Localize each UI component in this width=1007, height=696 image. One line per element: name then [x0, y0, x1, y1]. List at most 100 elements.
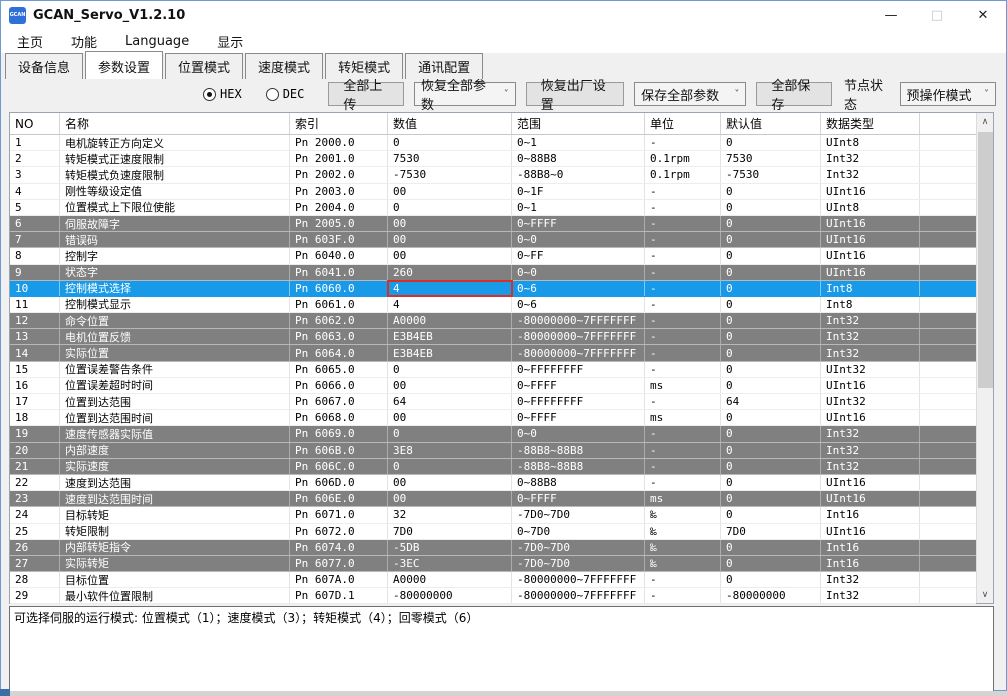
table-row[interactable]: 7错误码Pn 603F.0000~0-0UInt16	[10, 232, 976, 248]
table-row[interactable]: 20内部速度Pn 606B.03E8-88B8~88B8-0Int32	[10, 443, 976, 459]
cell-value[interactable]: 00	[388, 184, 512, 199]
tab-位置模式[interactable]: 位置模式	[165, 53, 243, 79]
cell-value[interactable]: 00	[388, 410, 512, 425]
column-header[interactable]: 数据类型	[821, 113, 920, 134]
menu-item[interactable]: Language	[125, 34, 189, 49]
menu-item[interactable]: 显示	[217, 32, 243, 51]
cell-def: 0	[721, 329, 821, 344]
cell-value[interactable]: 0	[388, 200, 512, 215]
cell-value[interactable]: E3B4EB	[388, 345, 512, 360]
table-row[interactable]: 18位置到达范围时间Pn 6068.0000~FFFFms0UInt16	[10, 410, 976, 426]
table-row[interactable]: 13电机位置反馈Pn 6063.0E3B4EB-80000000~7FFFFFF…	[10, 329, 976, 345]
cell-value[interactable]: 0	[388, 135, 512, 150]
tab-转矩模式[interactable]: 转矩模式	[325, 53, 403, 79]
column-header[interactable]: 默认值	[721, 113, 821, 134]
column-header[interactable]: 范围	[512, 113, 645, 134]
cell-value[interactable]: 00	[388, 475, 512, 490]
table-row[interactable]: 21实际速度Pn 606C.00-88B8~88B8-0Int32	[10, 459, 976, 475]
column-header[interactable]: 名称	[60, 113, 290, 134]
table-row[interactable]: 29最小软件位置限制Pn 607D.1-80000000-80000000~7F…	[10, 588, 976, 604]
table-row[interactable]: 10控制模式选择Pn 6060.040~6-0Int8	[10, 281, 976, 297]
table-row[interactable]: 12命令位置Pn 6062.0A0000-80000000~7FFFFFFF-0…	[10, 313, 976, 329]
cell-value[interactable]: 64	[388, 394, 512, 409]
cell-value[interactable]: 00	[388, 248, 512, 263]
table-row[interactable]: 14实际位置Pn 6064.0E3B4EB-80000000~7FFFFFFF-…	[10, 345, 976, 361]
cell-value[interactable]: E3B4EB	[388, 329, 512, 344]
cell-value[interactable]: 4	[388, 297, 512, 312]
table-row[interactable]: 17位置到达范围Pn 6067.0640~FFFFFFFF-64UInt32	[10, 394, 976, 410]
cell-value[interactable]: 00	[388, 232, 512, 247]
cell-no: 9	[10, 265, 60, 280]
cell-value[interactable]: 0	[388, 362, 512, 377]
cell-value[interactable]: 00	[388, 491, 512, 506]
column-header[interactable]: 数值	[388, 113, 512, 134]
column-header[interactable]: NO	[10, 113, 60, 134]
cell-value[interactable]: -80000000	[388, 588, 512, 603]
table-row[interactable]: 25转矩限制Pn 6072.07D00~7D0‰7D0UInt16	[10, 524, 976, 540]
save-all-button[interactable]: 全部保存	[756, 82, 832, 106]
table-row[interactable]: 5位置模式上下限位使能Pn 2004.000~1-0UInt8	[10, 200, 976, 216]
cell-value[interactable]: 7530	[388, 151, 512, 166]
table-row[interactable]: 2转矩模式正速度限制Pn 2001.075300~88B80.1rpm7530I…	[10, 151, 976, 167]
tab-设备信息[interactable]: 设备信息	[5, 53, 83, 79]
cell-value[interactable]: -3EC	[388, 556, 512, 571]
vertical-scrollbar[interactable]: ∧ ∨	[976, 113, 993, 603]
cell-value[interactable]: 00	[388, 216, 512, 231]
restore-all-params-dropdown[interactable]: 恢复全部参数 ˅	[414, 82, 516, 106]
menu-item[interactable]: 主页	[17, 32, 43, 51]
table-row[interactable]: 24目标转矩Pn 6071.032-7D0~7D0‰0Int16	[10, 507, 976, 523]
table-row[interactable]: 16位置误差超时时间Pn 6066.0000~FFFFms0UInt16	[10, 378, 976, 394]
maximize-button[interactable]: □	[914, 1, 960, 29]
tab-通讯配置[interactable]: 通讯配置	[405, 53, 483, 79]
node-status-dropdown[interactable]: 预操作模式 ˅	[900, 82, 996, 106]
cell-value[interactable]: 7D0	[388, 524, 512, 539]
table-row[interactable]: 19速度传感器实际值Pn 6069.000~0-0Int32	[10, 426, 976, 442]
table-row[interactable]: 9状态字Pn 6041.02600~0-0UInt16	[10, 265, 976, 281]
cell-index: Pn 6072.0	[290, 524, 388, 539]
table-row[interactable]: 6伺服故障字Pn 2005.0000~FFFF-0UInt16	[10, 216, 976, 232]
cell-name: 转矩模式负速度限制	[60, 167, 290, 182]
chevron-down-icon: ˅	[984, 89, 989, 100]
table-row[interactable]: 8控制字Pn 6040.0000~FF-0UInt16	[10, 248, 976, 264]
cell-range: -7D0~7D0	[512, 556, 645, 571]
cell-range: 0~0	[512, 426, 645, 441]
cell-value[interactable]: 0	[388, 459, 512, 474]
menu-item[interactable]: 功能	[71, 32, 97, 51]
table-row[interactable]: 11控制模式显示Pn 6061.040~6-0Int8	[10, 297, 976, 313]
cell-index: Pn 607A.0	[290, 572, 388, 587]
close-button[interactable]: ✕	[960, 1, 1006, 29]
table-row[interactable]: 22速度到达范围Pn 606D.0000~88B8-0UInt16	[10, 475, 976, 491]
cell-value[interactable]: A0000	[388, 313, 512, 328]
highlighted-value-cell[interactable]: 4	[388, 281, 512, 296]
table-row[interactable]: 4刚性等级设定值Pn 2003.0000~1F-0UInt16	[10, 184, 976, 200]
scrollbar-thumb[interactable]	[978, 132, 993, 388]
table-row[interactable]: 27实际转矩Pn 6077.0-3EC-7D0~7D0‰0Int16	[10, 556, 976, 572]
cell-value[interactable]: 00	[388, 378, 512, 393]
table-row[interactable]: 26内部转矩指令Pn 6074.0-5DB-7D0~7D0‰0Int16	[10, 540, 976, 556]
minimize-button[interactable]: —	[868, 1, 914, 29]
table-row[interactable]: 3转矩模式负速度限制Pn 2002.0-7530-88B8~00.1rpm-75…	[10, 167, 976, 183]
cell-index: Pn 6060.0	[290, 281, 388, 296]
table-row[interactable]: 15位置误差警告条件Pn 6065.000~FFFFFFFF-0UInt32	[10, 362, 976, 378]
table-row[interactable]: 23速度到达范围时间Pn 606E.0000~FFFFms0UInt16	[10, 491, 976, 507]
table-row[interactable]: 1电机旋转正方向定义Pn 2000.000~1-0UInt8	[10, 135, 976, 151]
scroll-up-icon[interactable]: ∧	[977, 113, 993, 130]
tab-速度模式[interactable]: 速度模式	[245, 53, 323, 79]
cell-value[interactable]: 0	[388, 426, 512, 441]
factory-reset-button[interactable]: 恢复出厂设置	[526, 82, 624, 106]
save-all-params-dropdown[interactable]: 保存全部参数 ˅	[634, 82, 746, 106]
cell-value[interactable]: 3E8	[388, 443, 512, 458]
dec-radio[interactable]: DEC	[266, 87, 315, 101]
table-row[interactable]: 28目标位置Pn 607A.0A0000-80000000~7FFFFFFF-0…	[10, 572, 976, 588]
scroll-down-icon[interactable]: ∨	[977, 586, 993, 603]
cell-value[interactable]: A0000	[388, 572, 512, 587]
upload-all-button[interactable]: 全部上传	[328, 82, 404, 106]
cell-value[interactable]: -7530	[388, 167, 512, 182]
tab-参数设置[interactable]: 参数设置	[85, 51, 163, 79]
cell-value[interactable]: -5DB	[388, 540, 512, 555]
column-header[interactable]: 单位	[645, 113, 721, 134]
column-header[interactable]: 索引	[290, 113, 388, 134]
cell-value[interactable]: 260	[388, 265, 512, 280]
hex-radio[interactable]: HEX	[203, 87, 252, 101]
cell-value[interactable]: 32	[388, 507, 512, 522]
